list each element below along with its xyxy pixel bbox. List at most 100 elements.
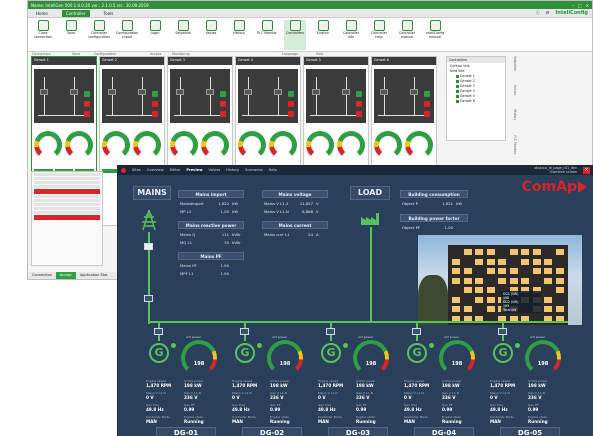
generator-card[interactable]: G Act power 198 Engine speed 1,470 RPM Active…: [318, 335, 404, 436]
ribbon-button-5[interactable]: Setpoints: [172, 20, 194, 50]
mains-reactive-title: Mains reactive power: [178, 221, 244, 229]
building-window: [452, 306, 460, 312]
ribbon-button-14[interactable]: InteliConfig manual: [424, 20, 446, 50]
generator-card[interactable]: G Act power 198 Engine speed 1,470 RPM Active…: [490, 335, 576, 436]
building-window: [498, 258, 506, 265]
nav-item-help[interactable]: Help: [269, 168, 277, 172]
side-tab[interactable]: PLC Monitor: [509, 135, 517, 154]
ribbon-button-8[interactable]: PLC Monitor: [256, 20, 278, 50]
ribbon-icon-0: [37, 20, 49, 31]
power-gauge: [267, 340, 303, 376]
ribbon-label-5: Setpoints: [175, 31, 191, 35]
ribbon-button-2[interactable]: Controller configuration: [88, 20, 110, 50]
nav-item-preview[interactable]: Preview: [186, 168, 202, 172]
maximize-icon[interactable]: □: [578, 3, 582, 8]
ribbon-icon-2: [93, 20, 105, 31]
generator-speed-cell: Engine speed 1,470 RPM: [318, 379, 354, 388]
building-consumption-row: Object P 1,621 kW: [402, 201, 466, 206]
building-pf-value: 1.00: [444, 225, 453, 230]
generator-status-dot: [171, 343, 176, 348]
ribbon-button-1[interactable]: Save: [60, 20, 82, 50]
ribbon-button-13[interactable]: Controller manual: [396, 20, 418, 50]
status-accept[interactable]: Accept: [55, 272, 76, 279]
nav-item-editor[interactable]: Editor: [170, 168, 181, 172]
nav-item-values[interactable]: Values: [209, 168, 221, 172]
generator-card[interactable]: G Act power 198 Engine speed 1,470 RPM Active…: [404, 335, 490, 436]
ribbon-button-7[interactable]: History: [228, 20, 250, 50]
menu-tab-tools[interactable]: Tools: [100, 10, 118, 17]
building-window: [452, 268, 460, 274]
generator-pf-value: 0.99: [442, 407, 453, 412]
generator-pf-value: 0.99: [528, 407, 539, 412]
generator-pf-cell: Gen PF 0.99: [442, 403, 478, 412]
power-gauge: [353, 340, 389, 376]
side-tab[interactable]: Values: [509, 85, 517, 95]
generator-mode-cell: Controller Mode MAN: [232, 415, 268, 424]
generator-mv-value: 0 V: [318, 395, 326, 400]
generator-breaker[interactable]: [326, 328, 335, 335]
generator-state-cell: Engine state Running: [442, 415, 478, 424]
generator-state-value: Running: [270, 419, 290, 424]
ribbon-label-14: InteliConfig manual: [425, 31, 445, 39]
nav-item-overview[interactable]: Overview: [147, 168, 164, 172]
generator-breaker[interactable]: [412, 328, 421, 335]
side-tab[interactable]: History: [509, 109, 517, 120]
building-pf-row: Object PF 1.00: [402, 225, 466, 230]
ribbon-button-10[interactable]: English: [312, 20, 334, 50]
generator-mv-value: 0 V: [146, 395, 154, 400]
controller-gauges: [238, 127, 298, 167]
genset-tree-icon: [456, 80, 459, 83]
ribbon-button-0[interactable]: Close connection: [32, 20, 54, 50]
window-buttons: – □ ✕: [572, 3, 589, 8]
generator-hz-cell: Gen freq 49.8 Hz: [490, 403, 526, 412]
mains-import-unit: kW: [232, 201, 238, 206]
menu-tab-home[interactable]: Home: [32, 10, 52, 17]
generator-mode-value: MAN: [146, 419, 157, 424]
mains-import-value: 1,622: [218, 201, 229, 206]
generator-hz-cell: Gen freq 49.8 Hz: [404, 403, 440, 412]
mains-current-label: Mains curr L1: [264, 232, 290, 237]
ribbon-button-11[interactable]: Controller info: [340, 20, 362, 50]
nav-item-history[interactable]: History: [226, 168, 239, 172]
menu-tab-controller[interactable]: Controller: [61, 9, 90, 17]
ribbon-label-2: Controller configuration: [88, 31, 110, 39]
power-gauge: [181, 340, 217, 376]
generator-breaker[interactable]: [240, 328, 249, 335]
mains-voltage-value: 11,857: [299, 201, 313, 206]
nav-item-sites[interactable]: Sites: [132, 168, 141, 172]
generator-icon: G: [235, 343, 255, 363]
minimize-icon[interactable]: –: [572, 3, 574, 8]
mains-reactive-value: 111: [221, 232, 229, 237]
side-tab[interactable]: Setpoints: [509, 56, 517, 71]
front-close-icon[interactable]: ×: [583, 166, 590, 174]
generator-card[interactable]: G Act power 198 Engine speed 1,470 RPM Active…: [232, 335, 318, 436]
ribbon-button-3[interactable]: Configuration import: [116, 20, 138, 50]
building-window: [544, 258, 552, 265]
close-icon[interactable]: ✕: [586, 3, 589, 8]
generator-card[interactable]: G Act power 198 Engine speed 1,470 RPM Active…: [146, 335, 232, 436]
generator-breaker[interactable]: [154, 328, 163, 335]
ribbon-icon-9: [289, 20, 301, 31]
ribbon-button-12[interactable]: Controller help: [368, 20, 390, 50]
building-window: [555, 268, 564, 274]
info-icon[interactable]: ⓘ: [536, 10, 540, 16]
ribbon-button-6[interactable]: Values: [200, 20, 222, 50]
mains-pf-unit: [232, 271, 242, 276]
tree-item-genset[interactable]: Genset 6: [450, 99, 502, 104]
settings-icon[interactable]: ⚙: [546, 10, 550, 16]
mains-breaker-top[interactable]: [144, 243, 153, 250]
ribbon-button-4[interactable]: Login: [144, 20, 166, 50]
status-connection[interactable]: Connection: [28, 272, 56, 279]
generator-pf-cell: Gen PF 0.99: [184, 403, 220, 412]
mains-breaker-bottom[interactable]: [144, 295, 153, 302]
generator-breaker[interactable]: [498, 328, 507, 335]
building-window: [521, 277, 529, 284]
generator-hz-value: 49.8 Hz: [146, 407, 164, 412]
mains-reactive-label: MQ L1: [180, 240, 193, 245]
ribbon-icon-7: [233, 20, 245, 31]
mains-pf-value: 1.00: [220, 263, 229, 268]
nav-item-scenarios[interactable]: Scenarios: [245, 168, 263, 172]
ribbon-icon-5: [177, 20, 189, 31]
ribbon-button-9[interactable]: Controllers: [284, 20, 306, 50]
generator-mv-value: 0 V: [490, 395, 498, 400]
